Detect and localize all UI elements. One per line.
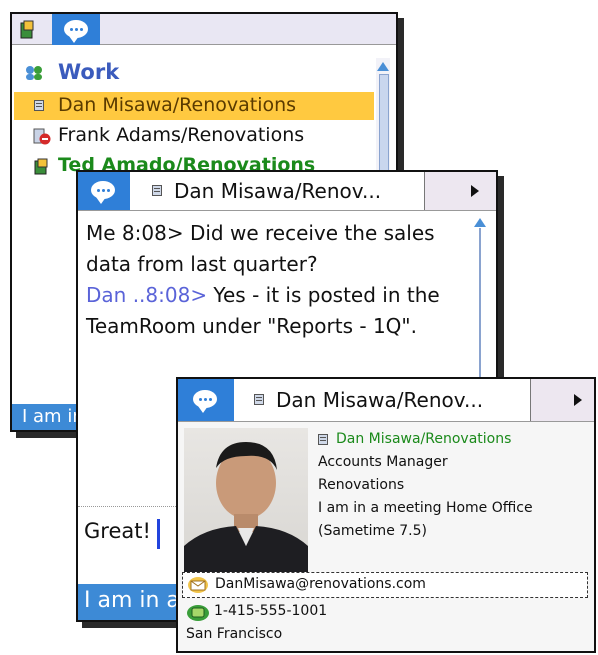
card-tab-title: Dan Misawa/Renov... bbox=[276, 388, 484, 412]
arrow-right-icon bbox=[574, 394, 582, 406]
away-icon bbox=[34, 158, 48, 175]
card-name: Dan Misawa/Renovations bbox=[336, 431, 512, 447]
message-sender: Me 8:08> bbox=[86, 221, 184, 245]
phone-row[interactable]: 1-415-555-1001 bbox=[184, 600, 484, 624]
avatar bbox=[184, 442, 308, 572]
chat-input[interactable]: Great! bbox=[84, 514, 178, 550]
contact-row[interactable]: Frank Adams/Renovations bbox=[14, 122, 374, 150]
group-name: Work bbox=[58, 60, 120, 84]
card-tab-dan[interactable]: Dan Misawa/Renov... bbox=[234, 379, 531, 421]
contacts-tabbar bbox=[12, 14, 396, 45]
email-row[interactable]: DanMisawa@renovations.com bbox=[182, 572, 588, 598]
document-status-icon bbox=[34, 100, 44, 111]
contacts-chat-tab[interactable] bbox=[52, 14, 100, 45]
contacts-list-icon bbox=[20, 20, 34, 39]
document-status-icon bbox=[318, 434, 328, 445]
contacts-list-tab[interactable] bbox=[16, 20, 38, 40]
document-status-icon bbox=[152, 185, 162, 196]
message-sender: Dan ..8:08> bbox=[86, 283, 208, 307]
chat-bubble-icon bbox=[64, 20, 88, 43]
card-company: Renovations bbox=[318, 477, 405, 493]
chat-bubble-icon bbox=[91, 181, 115, 204]
card-client: (Sametime 7.5) bbox=[318, 523, 427, 539]
chat-transcript: Me 8:08> Did we receive the sales data f… bbox=[86, 218, 466, 342]
contact-name: Frank Adams/Renovations bbox=[58, 124, 305, 146]
group-header[interactable]: Work bbox=[24, 60, 364, 88]
chat-tab-dan[interactable]: Dan Misawa/Renov... bbox=[130, 172, 425, 210]
chat-bubble-tab[interactable] bbox=[78, 172, 130, 210]
status-text: I am in bbox=[22, 406, 84, 427]
card-body: Dan Misawa/Renovations Accounts Manager … bbox=[178, 422, 594, 651]
contact-row-selected[interactable]: Dan Misawa/Renovations bbox=[14, 92, 374, 120]
document-status-icon bbox=[254, 394, 264, 405]
card-title: Accounts Manager bbox=[318, 454, 448, 470]
input-text: Great! bbox=[84, 519, 151, 543]
card-tabbar: Dan Misawa/Renov... bbox=[178, 379, 594, 422]
scroll-up-icon[interactable] bbox=[377, 62, 389, 71]
chat-tabbar: Dan Misawa/Renov... bbox=[78, 172, 496, 211]
status-text: I am in a bbox=[84, 588, 180, 613]
contact-photo bbox=[184, 428, 308, 572]
contact-name: Dan Misawa/Renovations bbox=[58, 94, 297, 116]
chat-bubble-icon bbox=[193, 390, 217, 413]
location: San Francisco bbox=[186, 626, 283, 642]
scroll-up-icon[interactable] bbox=[474, 218, 486, 227]
text-cursor bbox=[156, 518, 160, 549]
tab-scroll-right[interactable] bbox=[532, 379, 594, 421]
card-status: I am in a meeting Home Office bbox=[318, 500, 533, 516]
do-not-disturb-icon bbox=[33, 128, 51, 145]
card-name-row[interactable]: Dan Misawa/Renovations bbox=[318, 428, 588, 451]
card-chat-tab[interactable] bbox=[178, 379, 234, 421]
email-icon bbox=[188, 577, 208, 593]
arrow-right-icon bbox=[471, 185, 479, 197]
people-group-icon bbox=[26, 66, 42, 80]
card-details: Dan Misawa/Renovations Accounts Manager … bbox=[318, 428, 588, 543]
chat-tab-title: Dan Misawa/Renov... bbox=[174, 179, 382, 203]
phone-icon bbox=[187, 605, 209, 621]
business-card-window: Dan Misawa/Renov... Dan Misawa/Renovatio… bbox=[176, 377, 596, 653]
tab-scroll-right[interactable] bbox=[426, 172, 494, 210]
phone-number[interactable]: 1-415-555-1001 bbox=[214, 603, 327, 619]
email-link[interactable]: DanMisawa@renovations.com bbox=[215, 576, 426, 592]
